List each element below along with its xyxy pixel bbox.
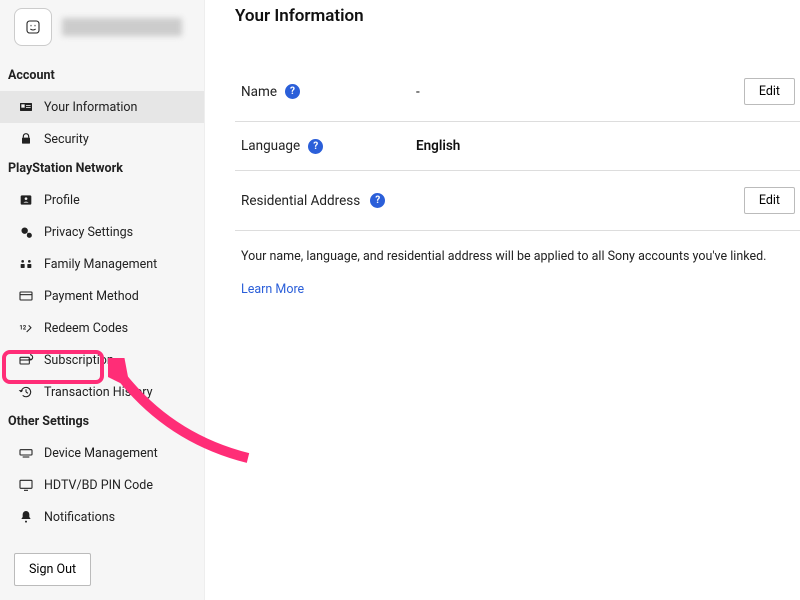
- help-icon[interactable]: ?: [370, 193, 385, 208]
- sidebar-item-label: Privacy Settings: [44, 225, 133, 240]
- page-title: Your Information: [235, 6, 800, 26]
- learn-more-link[interactable]: Learn More: [241, 282, 304, 297]
- username-redacted: [62, 18, 182, 36]
- sidebar-item-security[interactable]: Security: [0, 123, 204, 155]
- sidebar-item-label: Payment Method: [44, 289, 139, 304]
- sidebar-item-label: HDTV/BD PIN Code: [44, 478, 153, 493]
- account-header: [0, 0, 204, 62]
- family-icon: [18, 256, 34, 272]
- row-label: Language: [241, 138, 300, 154]
- sidebar-item-subscription[interactable]: Subscription: [0, 344, 204, 376]
- sidebar-item-family[interactable]: Family Management: [0, 248, 204, 280]
- row-name: Name ? - Edit: [235, 62, 800, 122]
- section-title-account: Account: [0, 62, 204, 91]
- history-icon: [18, 384, 34, 400]
- row-language: Language ? English: [235, 122, 800, 171]
- tv-icon: [18, 477, 34, 493]
- subscription-icon: [18, 352, 34, 368]
- sidebar-item-your-information[interactable]: Your Information: [0, 91, 204, 123]
- sidebar-item-device[interactable]: Device Management: [0, 437, 204, 469]
- edit-name-button[interactable]: Edit: [744, 78, 795, 105]
- row-label: Residential Address: [241, 193, 360, 209]
- face-icon: [25, 19, 41, 35]
- sidebar-item-label: Transaction History: [44, 385, 153, 400]
- row-label: Name: [241, 84, 277, 100]
- sidebar: Account Your Information Security PlaySt…: [0, 0, 205, 600]
- main-content: Your Information Name ? - Edit Language …: [205, 0, 800, 600]
- bell-icon: [18, 509, 34, 525]
- section-title-psn: PlayStation Network: [0, 155, 204, 184]
- privacy-icon: [18, 224, 34, 240]
- sidebar-item-label: Device Management: [44, 446, 158, 461]
- lock-icon: [18, 131, 34, 147]
- sidebar-item-label: Security: [44, 132, 89, 147]
- sidebar-item-label: Notifications: [44, 510, 115, 525]
- row-address: Residential Address ? Edit: [235, 171, 800, 231]
- row-value: English: [416, 138, 794, 154]
- sidebar-item-payment[interactable]: Payment Method: [0, 280, 204, 312]
- help-icon[interactable]: ?: [308, 139, 323, 154]
- section-title-other: Other Settings: [0, 408, 204, 437]
- row-value: -: [416, 84, 744, 100]
- sidebar-item-redeem[interactable]: 12 Redeem Codes: [0, 312, 204, 344]
- sidebar-item-transactions[interactable]: Transaction History: [0, 376, 204, 408]
- sign-out-button[interactable]: Sign Out: [14, 553, 91, 586]
- sidebar-item-label: Your Information: [44, 100, 137, 115]
- avatar: [14, 8, 52, 46]
- sidebar-item-label: Redeem Codes: [44, 321, 128, 336]
- sidebar-item-label: Subscription: [44, 353, 114, 368]
- footnote-text: Your name, language, and residential add…: [241, 249, 794, 264]
- device-icon: [18, 445, 34, 461]
- sidebar-item-label: Family Management: [44, 257, 157, 272]
- id-card-icon: [18, 99, 34, 115]
- sidebar-item-label: Profile: [44, 193, 80, 208]
- edit-address-button[interactable]: Edit: [744, 187, 795, 214]
- profile-icon: [18, 192, 34, 208]
- card-icon: [18, 288, 34, 304]
- svg-text:12: 12: [19, 324, 26, 331]
- sidebar-item-privacy[interactable]: Privacy Settings: [0, 216, 204, 248]
- sidebar-item-notifications[interactable]: Notifications: [0, 501, 204, 533]
- help-icon[interactable]: ?: [285, 84, 300, 99]
- sidebar-item-pin[interactable]: HDTV/BD PIN Code: [0, 469, 204, 501]
- redeem-icon: 12: [18, 320, 34, 336]
- sidebar-item-profile[interactable]: Profile: [0, 184, 204, 216]
